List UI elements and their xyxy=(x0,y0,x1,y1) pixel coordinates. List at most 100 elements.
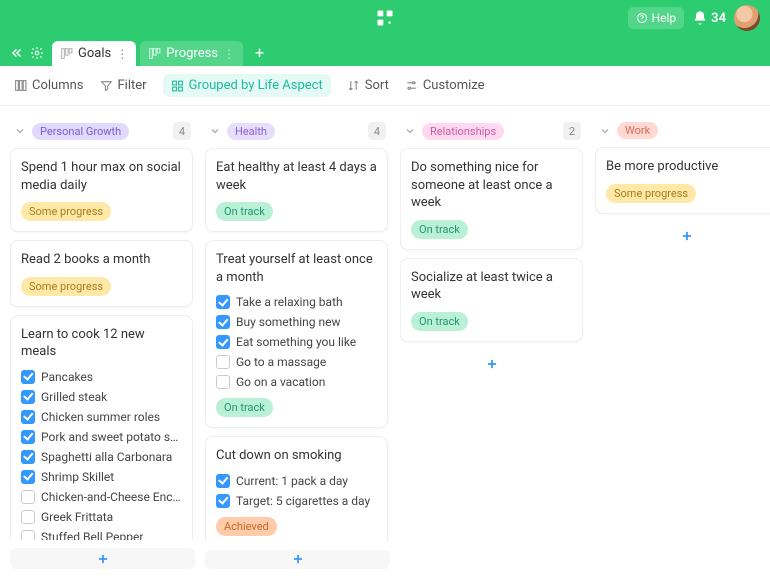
card[interactable]: Cut down on smokingCurrent: 1 pack a day… xyxy=(205,436,388,542)
add-card-inline-button[interactable] xyxy=(595,222,770,253)
checklist-item[interactable]: Go on a vacation xyxy=(216,372,377,392)
checklist-item[interactable]: Pancakes xyxy=(21,367,182,387)
column-tag[interactable]: Personal Growth xyxy=(32,123,129,140)
checklist-label: Pork and sweet potato stew xyxy=(41,430,182,444)
add-card-inline-button[interactable] xyxy=(400,350,583,381)
checklist-item[interactable]: Buy something new xyxy=(216,312,377,332)
chevron-down-icon[interactable] xyxy=(209,125,221,137)
bell-icon xyxy=(692,10,708,26)
checklist-label: Take a relaxing bath xyxy=(236,295,343,309)
notifications-button[interactable]: 34 xyxy=(692,10,726,26)
checklist-label: Pancakes xyxy=(41,370,93,384)
app-logo-icon xyxy=(375,8,395,28)
chevron-down-icon[interactable] xyxy=(599,125,611,137)
column: Work Be more productive Some progress xyxy=(595,118,770,569)
status-badge: On track xyxy=(411,220,468,239)
checkbox[interactable] xyxy=(216,335,230,349)
board-icon xyxy=(148,47,161,60)
filter-icon xyxy=(100,79,113,92)
checkbox[interactable] xyxy=(21,370,35,384)
card-title: Learn to cook 12 new meals xyxy=(21,326,182,361)
filter-button[interactable]: Filter xyxy=(100,78,147,93)
checkbox[interactable] xyxy=(21,410,35,424)
card[interactable]: Treat yourself at least once a month Take… xyxy=(205,240,388,428)
tool-label: Columns xyxy=(32,78,84,93)
checklist-label: Eat something you like xyxy=(236,335,356,349)
chevron-down-icon[interactable] xyxy=(14,125,26,137)
add-card-button[interactable] xyxy=(10,548,195,569)
checklist-label: Greek Frittata xyxy=(41,510,113,524)
tab-progress[interactable]: Progress ⋮ xyxy=(140,41,243,66)
card[interactable]: Learn to cook 12 new meals Pancakes Grille… xyxy=(10,315,193,541)
checklist-item[interactable]: Shrimp Skillet xyxy=(21,467,182,487)
group-icon xyxy=(171,79,184,92)
card[interactable]: Spend 1 hour max on social media daily So… xyxy=(10,148,193,232)
tab-goals[interactable]: Goals ⋮ xyxy=(52,41,136,66)
checkbox[interactable] xyxy=(216,494,230,508)
checklist-item[interactable]: Take a relaxing bath xyxy=(216,292,377,312)
card-title: Spend 1 hour max on social media daily xyxy=(21,159,182,194)
gear-icon[interactable] xyxy=(30,46,44,60)
card[interactable]: Be more productive Some progress xyxy=(595,147,770,214)
checkbox[interactable] xyxy=(216,474,230,488)
collapse-icon[interactable] xyxy=(10,46,24,60)
help-button[interactable]: Help xyxy=(628,7,685,29)
checkbox[interactable] xyxy=(21,470,35,484)
checkbox[interactable] xyxy=(216,355,230,369)
checkbox[interactable] xyxy=(216,375,230,389)
help-label: Help xyxy=(652,11,677,25)
sort-icon xyxy=(347,79,360,92)
checklist-item[interactable]: Pork and sweet potato stew xyxy=(21,427,182,447)
checklist-item[interactable]: Chicken summer roles xyxy=(21,407,182,427)
checkbox[interactable] xyxy=(21,390,35,404)
board-icon xyxy=(60,47,73,60)
drag-handle-icon[interactable]: ⋮ xyxy=(223,47,235,61)
checkbox[interactable] xyxy=(216,315,230,329)
checklist-item[interactable]: Greek Frittata xyxy=(21,507,182,527)
group-button[interactable]: Grouped by Life Aspect xyxy=(163,74,331,97)
card-title: Socialize at least twice a week xyxy=(411,269,572,304)
checkbox[interactable] xyxy=(21,450,35,464)
card[interactable]: Socialize at least twice a week On track xyxy=(400,258,583,342)
status-badge: Achieved xyxy=(216,517,277,536)
checkbox[interactable] xyxy=(21,490,35,504)
checklist-item[interactable]: Spaghetti alla Carbonara xyxy=(21,447,182,467)
add-card-button[interactable] xyxy=(205,550,390,569)
checkbox[interactable] xyxy=(21,510,35,524)
checklist-item[interactable]: Chicken-and-Cheese Enchila... xyxy=(21,487,182,507)
status-badge: Some progress xyxy=(21,277,111,296)
avatar[interactable] xyxy=(734,5,760,31)
sort-button[interactable]: Sort xyxy=(347,78,389,93)
card[interactable]: Eat healthy at least 4 days a weekOn tra… xyxy=(205,148,388,232)
checkbox[interactable] xyxy=(21,530,35,541)
card-title: Be more productive xyxy=(606,158,767,176)
column-tag[interactable]: Relationships xyxy=(422,123,504,140)
checklist-item[interactable]: Current: 1 pack a day xyxy=(216,471,377,491)
tool-label: Grouped by Life Aspect xyxy=(189,78,323,93)
card[interactable]: Do something nice for someone at least o… xyxy=(400,148,583,250)
status-badge: Some progress xyxy=(606,184,696,203)
status-badge: On track xyxy=(411,312,468,331)
column: Personal Growth4Spend 1 hour max on soci… xyxy=(10,118,195,569)
checklist-label: Buy something new xyxy=(236,315,340,329)
checklist-item[interactable]: Target: 5 cigarettes a day xyxy=(216,491,377,511)
card-title: Treat yourself at least once a month xyxy=(216,251,377,286)
status-badge: Some progress xyxy=(21,202,111,221)
checklist-item[interactable]: Eat something you like xyxy=(216,332,377,352)
checkbox[interactable] xyxy=(216,295,230,309)
checkbox[interactable] xyxy=(21,430,35,444)
column-tag[interactable]: Work xyxy=(617,122,658,139)
column-tag[interactable]: Health xyxy=(227,123,275,140)
card-title: Do something nice for someone at least o… xyxy=(411,159,572,212)
columns-button[interactable]: Columns xyxy=(14,78,84,93)
checklist-item[interactable]: Go to a massage xyxy=(216,352,377,372)
checklist-item[interactable]: Grilled steak xyxy=(21,387,182,407)
plus-icon xyxy=(291,552,305,566)
card[interactable]: Read 2 books a monthSome progress xyxy=(10,240,193,307)
customize-button[interactable]: Customize xyxy=(405,78,485,93)
checklist-item[interactable]: Stuffed Bell Pepper xyxy=(21,527,182,541)
drag-handle-icon[interactable]: ⋮ xyxy=(116,47,128,61)
add-tab-button[interactable]: + xyxy=(247,39,272,66)
chevron-down-icon[interactable] xyxy=(404,125,416,137)
count-badge: 2 xyxy=(563,122,581,140)
